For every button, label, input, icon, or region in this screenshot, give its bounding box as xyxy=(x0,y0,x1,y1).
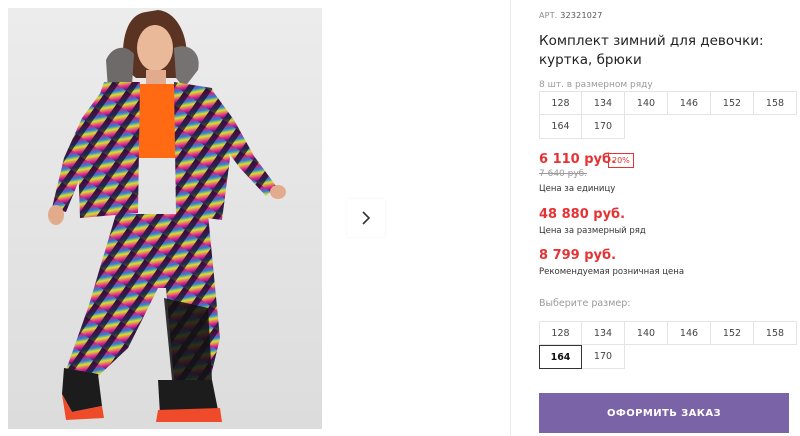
set-size-cell: 128 xyxy=(539,91,582,115)
set-size-grid: 128 134 140 146 152 158 164 170 xyxy=(539,91,800,139)
retail-price-caption: Рекомендуемая розничная цена xyxy=(539,267,685,277)
set-size-cell: 146 xyxy=(668,91,711,115)
set-size-cell: 158 xyxy=(754,91,797,115)
product-photo[interactable] xyxy=(8,8,322,429)
size-option[interactable]: 134 xyxy=(582,321,625,345)
size-option[interactable]: 146 xyxy=(668,321,711,345)
size-option[interactable]: 158 xyxy=(754,321,797,345)
panel-divider xyxy=(510,0,511,436)
size-option-selected[interactable]: 164 xyxy=(539,345,582,369)
set-size-cell: 134 xyxy=(582,91,625,115)
place-order-button[interactable]: ОФОРМИТЬ ЗАКАЗ xyxy=(539,393,789,433)
set-price: 48 880 руб. xyxy=(539,207,626,222)
size-option[interactable]: 170 xyxy=(582,345,625,369)
sku-label: АРТ. xyxy=(539,11,558,20)
product-info: АРТ. 32321027 Комплект зимний для девочк… xyxy=(539,0,800,436)
set-size-cell: 164 xyxy=(539,115,582,139)
sku-line: АРТ. 32321027 xyxy=(539,11,603,20)
unit-price-caption: Цена за единицу xyxy=(539,184,616,194)
discount-badge: 20% xyxy=(608,153,634,168)
set-size-cell: 140 xyxy=(625,91,668,115)
set-price-caption: Цена за размерный ряд xyxy=(539,226,646,236)
size-option[interactable]: 128 xyxy=(539,321,582,345)
set-size-cell: 170 xyxy=(582,115,625,139)
unit-price: 6 110 руб. xyxy=(539,152,617,167)
set-count-hint: 8 шт. в размерном ряду xyxy=(539,80,653,90)
old-price: 7 640 руб. xyxy=(539,169,588,179)
size-option[interactable]: 152 xyxy=(711,321,754,345)
product-photo-illustration xyxy=(8,8,322,429)
set-size-cell: 152 xyxy=(711,91,754,115)
product-title: Комплект зимний для девочки: куртка, брю… xyxy=(539,33,764,68)
size-option[interactable]: 140 xyxy=(625,321,668,345)
sku-number: 32321027 xyxy=(560,11,603,20)
retail-price: 8 799 руб. xyxy=(539,248,617,263)
size-picker-grid: 128 134 140 146 152 158 164 170 xyxy=(539,321,800,369)
choose-size-hint: Выберите размер: xyxy=(539,298,631,309)
product-gallery xyxy=(0,0,510,436)
next-image-button[interactable] xyxy=(347,199,385,237)
chevron-right-icon xyxy=(362,211,371,225)
